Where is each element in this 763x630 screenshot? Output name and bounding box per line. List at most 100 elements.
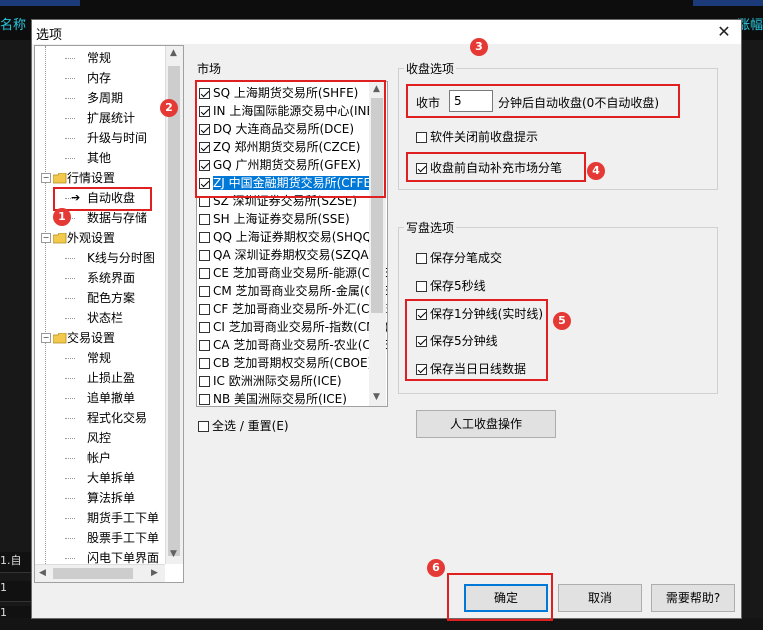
annotation-box-markets: [195, 80, 386, 198]
app-left-row[interactable]: 1: [0, 581, 32, 602]
checkbox-box[interactable]: [199, 358, 210, 369]
checkbox-box[interactable]: [199, 340, 210, 351]
cancel-button[interactable]: 取消: [558, 584, 642, 612]
tree-item[interactable]: 算法拆单: [87, 489, 135, 507]
select-all-checkbox[interactable]: 全选 / 重置(E): [198, 416, 289, 436]
tree-item-label: 期货手工下单: [87, 511, 160, 525]
tree-item-label: 风控: [87, 431, 112, 445]
annotation-box-save-options: [405, 299, 548, 381]
tree-item-label: 止损止盈: [87, 371, 136, 385]
tree-item[interactable]: 内存: [87, 69, 111, 87]
tree-item[interactable]: 扩展统计: [87, 109, 135, 127]
dialog-titlebar[interactable]: 选项 ✕: [32, 20, 741, 44]
tree-category[interactable]: 外观设置: [67, 229, 115, 247]
tree-category[interactable]: 行情设置: [67, 169, 115, 187]
tree-connector-line: [65, 78, 75, 79]
checkbox-box[interactable]: [416, 253, 427, 264]
annotation-badge: 4: [587, 162, 605, 180]
close-icon[interactable]: ✕: [713, 21, 735, 43]
collapse-icon[interactable]: −: [41, 233, 51, 243]
tree-scroll-thumb[interactable]: [168, 66, 180, 556]
checkbox-box[interactable]: [199, 322, 210, 333]
tree-connector-line: [65, 558, 75, 559]
collapse-icon[interactable]: −: [41, 173, 51, 183]
market-item[interactable]: SH 上海证券交易所(SSE): [199, 210, 350, 228]
tree-item-label: 程式化交易: [87, 411, 148, 425]
checkbox-box[interactable]: [199, 268, 210, 279]
checkbox-box[interactable]: [199, 394, 210, 405]
tree-item[interactable]: 风控: [87, 429, 111, 447]
scroll-down-icon[interactable]: ▼: [170, 549, 177, 559]
market-item[interactable]: QQ 上海证券期权交易(SHQQ): [199, 228, 377, 246]
save-ticks-label: 保存分笔成交: [430, 251, 503, 265]
tree-hscroll-thumb[interactable]: [53, 568, 133, 579]
tree-item[interactable]: 程式化交易: [87, 409, 147, 427]
checkbox-box[interactable]: [416, 281, 427, 292]
scroll-left-icon[interactable]: ◀: [39, 568, 46, 578]
scroll-right-icon[interactable]: ▶: [151, 568, 158, 578]
market-item[interactable]: CA 芝加哥商业交易所-农业(CME): [199, 336, 387, 354]
tree-item[interactable]: 股票手工下单: [87, 529, 159, 547]
tree-item[interactable]: 止损止盈: [87, 369, 135, 387]
tree-item[interactable]: 配色方案: [87, 289, 135, 307]
tree-item[interactable]: 帐户: [87, 449, 111, 467]
tree-item[interactable]: K线与分时图: [87, 249, 155, 267]
checkbox-box[interactable]: [199, 286, 210, 297]
tree-item-label: 其他: [87, 151, 112, 165]
scroll-up-icon[interactable]: ▲: [170, 48, 177, 58]
market-item[interactable]: CE 芝加哥商业交易所-能源(CME): [199, 264, 387, 282]
market-item[interactable]: CI 芝加哥商业交易所-指数(CME): [199, 318, 387, 336]
tree-item-label: 状态栏: [87, 311, 124, 325]
tree-item[interactable]: 期货手工下单: [87, 509, 159, 527]
checkbox-box[interactable]: [199, 304, 210, 315]
market-item[interactable]: QA 深圳证券期权交易(SZQA): [199, 246, 373, 264]
market-item[interactable]: CB 芝加哥期权交易所(CBOE): [199, 354, 372, 372]
folder-icon: [52, 172, 67, 184]
tree-connector-line: [45, 46, 46, 566]
tree-horizontal-scrollbar[interactable]: ◀ ▶: [35, 564, 165, 582]
tree-item[interactable]: 大单拆单: [87, 469, 135, 487]
tree-scrollbar[interactable]: ▲ ▼: [165, 46, 183, 564]
market-item-label: QQ 上海证券期权交易(SHQQ): [213, 230, 377, 244]
tree-item-label: 追单撤单: [87, 391, 136, 405]
save-ticks-checkbox[interactable]: 保存分笔成交: [416, 248, 502, 268]
checkbox-box[interactable]: [199, 376, 210, 387]
scroll-down-icon[interactable]: ▼: [373, 392, 380, 402]
tree-connector-line: [65, 138, 75, 139]
market-item[interactable]: CM 芝加哥商业交易所-金属(CME): [199, 282, 387, 300]
manual-close-button[interactable]: 人工收盘操作: [416, 410, 556, 438]
tree-item[interactable]: 常规: [87, 349, 111, 367]
tree-item[interactable]: 状态栏: [87, 309, 123, 327]
tree-item[interactable]: 其他: [87, 149, 111, 167]
tree-item[interactable]: 常规: [87, 49, 111, 67]
software-close-prompt-label: 软件关闭前收盘提示: [430, 130, 539, 144]
collapse-icon[interactable]: −: [41, 333, 51, 343]
market-item-label: IC 欧洲洲际交易所(ICE): [213, 374, 342, 388]
tree-item[interactable]: 追单撤单: [87, 389, 135, 407]
app-tab-name[interactable]: 名称: [0, 14, 30, 38]
tree-category[interactable]: 交易设置: [67, 329, 115, 347]
tree-connector-line: [65, 318, 75, 319]
market-item[interactable]: CF 芝加哥商业交易所-外汇(CME): [199, 300, 387, 318]
help-button[interactable]: 需要帮助?: [651, 584, 735, 612]
tree-item[interactable]: 多周期: [87, 89, 123, 107]
tree-item-label: 常规: [87, 351, 112, 365]
tree-item[interactable]: 升级与时间: [87, 129, 147, 147]
tree-item[interactable]: 数据与存储: [87, 209, 147, 227]
app-left-row[interactable]: 1.自: [0, 552, 32, 573]
market-item[interactable]: NB 美国洲际交易所(ICE): [199, 390, 347, 406]
annotation-box-auto-fill: [406, 152, 586, 182]
save-5s-checkbox[interactable]: 保存5秒线: [416, 276, 486, 296]
checkbox-box[interactable]: [199, 232, 210, 243]
market-item[interactable]: IC 欧洲洲际交易所(ICE): [199, 372, 342, 390]
tree-item[interactable]: 系统界面: [87, 269, 135, 287]
tree-connector-line: [65, 158, 75, 159]
checkbox-box[interactable]: [198, 421, 209, 432]
checkbox-box[interactable]: [199, 250, 210, 261]
checkbox-box[interactable]: [416, 132, 427, 143]
tree-connector-line: [65, 538, 75, 539]
options-tree[interactable]: 常规 内存 多周期 扩展统计 升级与时间 其他 − 行情设置 ➔ 自动收盘 数据与存储 − 外观设置 K线…: [34, 45, 184, 583]
checkbox-box[interactable]: [199, 214, 210, 225]
tree-item-label: K线与分时图: [87, 251, 155, 265]
software-close-prompt-checkbox[interactable]: 软件关闭前收盘提示: [416, 127, 538, 147]
